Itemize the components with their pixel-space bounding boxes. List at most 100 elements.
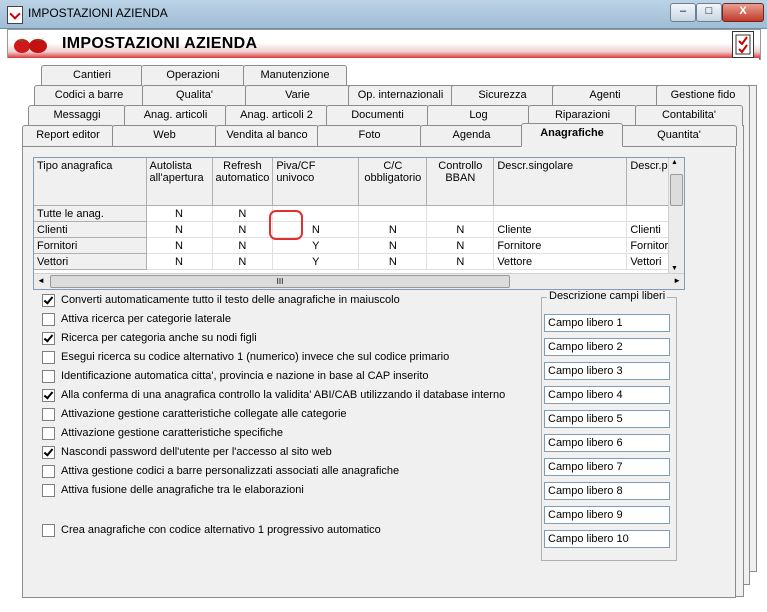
grid-cell[interactable] bbox=[426, 205, 495, 222]
tab-messaggi[interactable]: Messaggi bbox=[28, 105, 126, 126]
tab-anag-articoli[interactable]: Anag. articoli bbox=[124, 105, 227, 126]
scroll-left-icon[interactable]: ◄ bbox=[37, 276, 45, 285]
checkbox-box[interactable] bbox=[42, 464, 55, 478]
checkbox-box[interactable] bbox=[42, 407, 55, 421]
grid-cell[interactable] bbox=[493, 205, 628, 222]
col-header-refresh[interactable]: Refresh automatico bbox=[212, 158, 274, 206]
grid-cell[interactable]: N bbox=[358, 221, 428, 238]
campo-libero-4-input[interactable]: Campo libero 4 bbox=[544, 386, 670, 404]
grid-cell[interactable]: N bbox=[146, 205, 213, 222]
grid-horizontal-scrollbar[interactable]: ◄ III ► bbox=[34, 273, 684, 289]
checkbox-caratteristiche-specifiche[interactable]: Attivazione gestione caratteristiche spe… bbox=[42, 425, 283, 441]
campo-libero-10-input[interactable]: Campo libero 10 bbox=[544, 530, 670, 548]
grid-cell[interactable]: N bbox=[146, 253, 213, 270]
checkbox-fusione[interactable]: Attiva fusione delle anagrafiche tra le … bbox=[42, 482, 304, 498]
tab-agenti[interactable]: Agenti bbox=[552, 85, 658, 106]
tab-varie[interactable]: Varie bbox=[245, 85, 350, 106]
checkbox-nascondi-password[interactable]: Nascondi password dell'utente per l'acce… bbox=[42, 444, 332, 460]
checkbox-ricerca-nodi-figli[interactable]: Ricerca per categoria anche su nodi figl… bbox=[42, 330, 257, 346]
checkbox-box[interactable] bbox=[42, 426, 55, 440]
col-header-tipo[interactable]: Tipo anagrafica bbox=[34, 158, 147, 206]
checkbox-progressivo[interactable]: Crea anagrafiche con codice alternativo … bbox=[42, 522, 381, 538]
col-header-bban[interactable]: Controllo BBAN bbox=[426, 158, 495, 206]
grid-cell[interactable]: N bbox=[426, 221, 495, 238]
checkbox-codice-alternativo[interactable]: Esegui ricerca su codice alternativo 1 (… bbox=[42, 349, 449, 365]
grid-cell[interactable]: N bbox=[146, 237, 213, 254]
tab-qualita[interactable]: Qualita' bbox=[142, 85, 247, 106]
grid-cell[interactable]: Vettore bbox=[493, 253, 628, 270]
grid-cell[interactable]: Clienti bbox=[34, 221, 147, 238]
grid-cell[interactable]: N bbox=[426, 237, 495, 254]
grid-cell[interactable]: Tutte le anag. bbox=[34, 205, 147, 222]
campo-libero-5-input[interactable]: Campo libero 5 bbox=[544, 410, 670, 428]
scroll-right-icon[interactable]: ► bbox=[673, 276, 681, 285]
table-row[interactable]: Clienti N N N N N Cliente Clienti bbox=[34, 221, 675, 238]
checkbox-box[interactable] bbox=[42, 331, 55, 345]
checkbox-identificazione-cap[interactable]: Identificazione automatica citta', provi… bbox=[42, 368, 429, 384]
campo-libero-8-input[interactable]: Campo libero 8 bbox=[544, 482, 670, 500]
tab-manutenzione[interactable]: Manutenzione bbox=[243, 65, 347, 86]
tab-op-internazionali[interactable]: Op. internazionali bbox=[348, 85, 453, 106]
checkbox-maiuscolo[interactable]: Converti automaticamente tutto il testo … bbox=[42, 292, 400, 308]
checkbox-box[interactable] bbox=[42, 523, 55, 537]
col-header-piva[interactable]: Piva/CF univoco bbox=[272, 158, 360, 206]
campo-libero-6-input[interactable]: Campo libero 6 bbox=[544, 434, 670, 452]
checkbox-box[interactable] bbox=[42, 312, 55, 326]
campo-libero-3-input[interactable]: Campo libero 3 bbox=[544, 362, 670, 380]
grid-cell[interactable]: N bbox=[358, 237, 428, 254]
grid-cell[interactable]: Fornitore bbox=[493, 237, 628, 254]
checkbox-box[interactable] bbox=[42, 293, 55, 307]
tab-log[interactable]: Log bbox=[427, 105, 530, 126]
campo-libero-9-input[interactable]: Campo libero 9 bbox=[544, 506, 670, 524]
tab-anag-articoli-2[interactable]: Anag. articoli 2 bbox=[225, 105, 328, 126]
tab-foto[interactable]: Foto bbox=[317, 125, 422, 146]
checkbox-codici-barre[interactable]: Attiva gestione codici a barre personali… bbox=[42, 463, 399, 479]
grid-cell[interactable]: N bbox=[358, 253, 428, 270]
checkbox-caratteristiche-categorie[interactable]: Attivazione gestione caratteristiche col… bbox=[42, 406, 347, 422]
close-button[interactable]: X bbox=[722, 3, 764, 22]
tab-cantieri[interactable]: Cantieri bbox=[41, 65, 143, 86]
grid-vertical-scrollbar[interactable]: ▲ ▼ bbox=[668, 158, 684, 273]
checkbox-box[interactable] bbox=[42, 445, 55, 459]
grid-cell[interactable]: Vettori bbox=[34, 253, 147, 270]
table-row[interactable]: Tutte le anag. N N bbox=[34, 205, 675, 222]
grid-cell[interactable]: N bbox=[146, 221, 213, 238]
campo-libero-2-input[interactable]: Campo libero 2 bbox=[544, 338, 670, 356]
grid-cell[interactable]: N bbox=[212, 253, 274, 270]
tab-quantita[interactable]: Quantita' bbox=[621, 125, 737, 146]
campo-libero-1-input[interactable]: Campo libero 1 bbox=[544, 314, 670, 332]
grid-cell[interactable] bbox=[358, 205, 428, 222]
table-row[interactable]: Vettori N N Y N N Vettore Vettori bbox=[34, 253, 675, 270]
checkbox-box[interactable] bbox=[42, 350, 55, 364]
checkbox-ricerca-categorie[interactable]: Attiva ricerca per categorie laterale bbox=[42, 311, 231, 327]
checkbox-abi-cab[interactable]: Alla conferma di una anagrafica controll… bbox=[42, 387, 505, 403]
grid-cell[interactable]: Y bbox=[272, 253, 360, 270]
vertical-scroll-thumb[interactable] bbox=[670, 174, 683, 206]
table-row[interactable]: Fornitori N N Y N N Fornitore Fornitori bbox=[34, 237, 675, 254]
grid-cell[interactable]: N bbox=[212, 237, 274, 254]
grid-cell[interactable]: N bbox=[426, 253, 495, 270]
checkbox-box[interactable] bbox=[42, 483, 55, 497]
scroll-up-icon[interactable]: ▲ bbox=[671, 159, 678, 166]
checkbox-box[interactable] bbox=[42, 388, 55, 402]
tab-anagrafiche[interactable]: Anagrafiche bbox=[521, 123, 623, 147]
tab-agenda[interactable]: Agenda bbox=[420, 125, 523, 146]
grid-cell[interactable]: Cliente bbox=[493, 221, 628, 238]
col-header-autolista[interactable]: Autolista all'apertura bbox=[146, 158, 213, 206]
grid-cell[interactable]: N bbox=[212, 221, 274, 238]
tab-codici-a-barre[interactable]: Codici a barre bbox=[34, 85, 144, 106]
tab-operazioni[interactable]: Operazioni bbox=[141, 65, 245, 86]
tab-vendita-al-banco[interactable]: Vendita al banco bbox=[215, 125, 319, 146]
checkbox-box[interactable] bbox=[42, 369, 55, 383]
tab-report-editor[interactable]: Report editor bbox=[22, 125, 114, 146]
horizontal-scroll-thumb[interactable]: III bbox=[50, 275, 510, 288]
minimize-button[interactable]: – bbox=[670, 3, 696, 22]
maximize-button[interactable]: □ bbox=[696, 3, 722, 22]
anagrafiche-grid[interactable]: Tipo anagrafica Autolista all'apertura R… bbox=[33, 157, 685, 290]
campo-libero-7-input[interactable]: Campo libero 7 bbox=[544, 458, 670, 476]
tab-web[interactable]: Web bbox=[112, 125, 217, 146]
tab-documenti[interactable]: Documenti bbox=[326, 105, 429, 126]
scroll-down-icon[interactable]: ▼ bbox=[671, 265, 678, 272]
col-header-cc[interactable]: C/C obbligatorio bbox=[358, 158, 428, 206]
grid-cell[interactable]: N bbox=[212, 205, 274, 222]
